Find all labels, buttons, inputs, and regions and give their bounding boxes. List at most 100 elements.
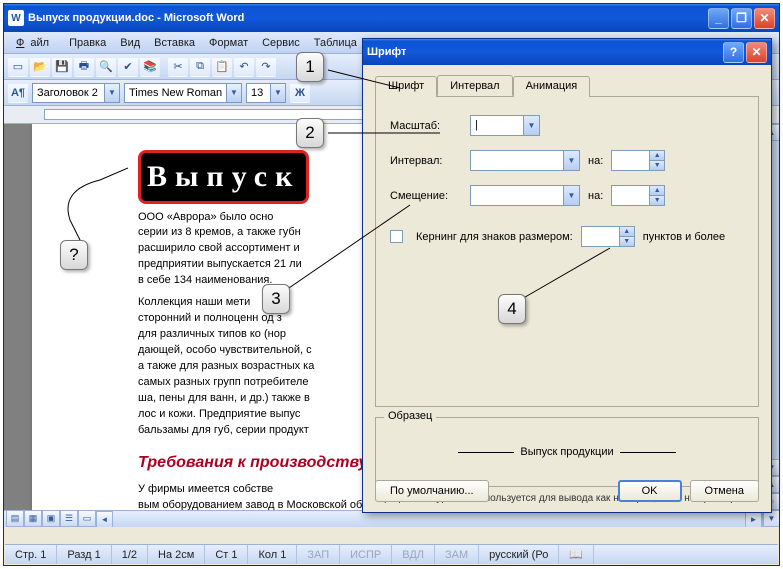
font-dialog: Шрифт ? ✕ Шрифт Интервал Анимация Масшта…: [362, 38, 772, 513]
scroll-left-icon[interactable]: ◄: [96, 511, 113, 527]
word-icon: W: [8, 10, 24, 26]
style-combo[interactable]: Заголовок 2 ▼: [32, 83, 120, 103]
dialog-titlebar: Шрифт ? ✕: [363, 39, 771, 65]
normal-view-icon[interactable]: ▤: [6, 510, 24, 527]
position-combo[interactable]: ▼: [470, 185, 580, 206]
menu-format[interactable]: Формат: [203, 35, 254, 51]
style-value: Заголовок 2: [37, 87, 98, 99]
defaults-button[interactable]: По умолчанию...: [375, 480, 489, 502]
spin-up-icon[interactable]: ▲: [650, 151, 664, 161]
main-titlebar: W Выпуск продукции.doc - Microsoft Word …: [4, 4, 779, 32]
tab-animation[interactable]: Анимация: [513, 76, 591, 97]
menu-file[interactable]: Файл: [10, 35, 61, 51]
spin-up-icon[interactable]: ▲: [620, 227, 634, 237]
status-ext: ВДЛ: [392, 545, 435, 564]
sample-label: Образец: [384, 410, 436, 422]
minimize-button[interactable]: _: [708, 8, 729, 29]
help-button[interactable]: ?: [723, 42, 744, 63]
menu-edit[interactable]: Правка: [63, 35, 112, 51]
spin-up-icon[interactable]: ▲: [650, 186, 664, 196]
status-bar: Стр. 1 Разд 1 1/2 На 2см Ст 1 Кол 1 ЗАП …: [5, 544, 778, 564]
callout-4: 4: [498, 294, 526, 324]
view-buttons: ▤ ▦ ▣ ☰ ▭: [6, 510, 96, 527]
tab-spacing[interactable]: Интервал: [437, 75, 512, 96]
kerning-label: Кернинг для знаков размером:: [416, 231, 573, 243]
dialog-tabs: Шрифт Интервал Анимация: [375, 75, 759, 97]
sample-box: Образец Выпуск продукции: [375, 417, 759, 487]
font-combo[interactable]: Times New Roman ▼: [124, 83, 242, 103]
scale-combo[interactable]: |▼: [470, 115, 540, 136]
spacing-by-spin[interactable]: ▲▼: [611, 150, 665, 171]
status-ovr: ЗАМ: [435, 545, 479, 564]
cancel-button[interactable]: Отмена: [690, 480, 759, 502]
status-lang: русский (Ро: [479, 545, 559, 564]
dialog-title: Шрифт: [367, 46, 406, 58]
status-rec: ЗАП: [297, 545, 340, 564]
bold-button[interactable]: Ж: [290, 83, 310, 103]
chevron-down-icon[interactable]: ▼: [563, 186, 579, 205]
doc-heading[interactable]: Выпуск: [138, 150, 309, 204]
chevron-down-icon[interactable]: ▼: [523, 116, 539, 135]
save-icon[interactable]: 💾: [52, 57, 72, 77]
size-combo[interactable]: 13 ▼: [246, 83, 286, 103]
copy-icon[interactable]: ⧉: [190, 57, 210, 77]
status-book-icon[interactable]: 📖: [559, 545, 594, 564]
scale-label: Масштаб:: [390, 120, 462, 132]
menu-insert[interactable]: Вставка: [148, 35, 201, 51]
chevron-down-icon[interactable]: ▼: [563, 151, 579, 170]
spin-down-icon[interactable]: ▼: [650, 161, 664, 170]
tab-font[interactable]: Шрифт: [375, 76, 437, 97]
chevron-down-icon[interactable]: ▼: [270, 84, 285, 102]
position-by-spin[interactable]: ▲▼: [611, 185, 665, 206]
status-col: Кол 1: [248, 545, 297, 564]
outline-view-icon[interactable]: ☰: [60, 510, 78, 527]
callout-2: 2: [296, 118, 324, 148]
open-icon[interactable]: 📂: [30, 57, 50, 77]
print-view-icon[interactable]: ▣: [42, 510, 60, 527]
spin-down-icon[interactable]: ▼: [650, 196, 664, 205]
status-section: Разд 1: [57, 545, 111, 564]
kerning-size-spin[interactable]: ▲▼: [581, 226, 635, 247]
kerning-checkbox[interactable]: [390, 230, 403, 243]
spacing-label: Интервал:: [390, 155, 462, 167]
status-page: Стр. 1: [5, 545, 57, 564]
spacing-by-label: на:: [588, 155, 603, 167]
position-by-label: на:: [588, 190, 603, 202]
reading-view-icon[interactable]: ▭: [78, 510, 96, 527]
font-value: Times New Roman: [129, 87, 222, 99]
position-label: Смещение:: [390, 190, 462, 202]
preview-icon[interactable]: 🔍: [96, 57, 116, 77]
main-title: Выпуск продукции.doc - Microsoft Word: [28, 12, 244, 24]
status-trk: ИСПР: [340, 545, 392, 564]
kerning-after-label: пунктов и более: [643, 231, 725, 243]
status-at: На 2см: [148, 545, 205, 564]
spin-down-icon[interactable]: ▼: [620, 237, 634, 246]
web-view-icon[interactable]: ▦: [24, 510, 42, 527]
close-button[interactable]: ✕: [754, 8, 775, 29]
menu-view[interactable]: Вид: [114, 35, 146, 51]
chevron-down-icon[interactable]: ▼: [226, 84, 241, 102]
redo-icon[interactable]: ↷: [256, 57, 276, 77]
menu-tools[interactable]: Сервис: [256, 35, 306, 51]
paste-icon[interactable]: 📋: [212, 57, 232, 77]
cut-icon[interactable]: ✂: [168, 57, 188, 77]
sample-text: Выпуск продукции: [520, 446, 613, 458]
ok-button[interactable]: OK: [618, 480, 682, 502]
callout-3: 3: [262, 284, 290, 314]
undo-icon[interactable]: ↶: [234, 57, 254, 77]
spell-icon[interactable]: ✔: [118, 57, 138, 77]
chevron-down-icon[interactable]: ▼: [104, 84, 119, 102]
research-icon[interactable]: 📚: [140, 57, 160, 77]
callout-question: ?: [60, 240, 88, 270]
tab-page-spacing: Масштаб: |▼ Интервал: ▼ на: ▲▼ Смещение:…: [375, 97, 759, 407]
spacing-combo[interactable]: ▼: [470, 150, 580, 171]
style-glyph-icon[interactable]: A¶: [8, 83, 28, 103]
status-pages: 1/2: [112, 545, 148, 564]
dialog-close-button[interactable]: ✕: [746, 42, 767, 63]
size-value: 13: [251, 87, 263, 99]
scroll-right-icon[interactable]: ►: [745, 511, 762, 527]
menu-table[interactable]: Таблица: [308, 35, 363, 51]
maximize-button[interactable]: ❐: [731, 8, 752, 29]
print-icon[interactable]: 🖶: [74, 57, 94, 77]
new-doc-icon[interactable]: ▭: [8, 57, 28, 77]
